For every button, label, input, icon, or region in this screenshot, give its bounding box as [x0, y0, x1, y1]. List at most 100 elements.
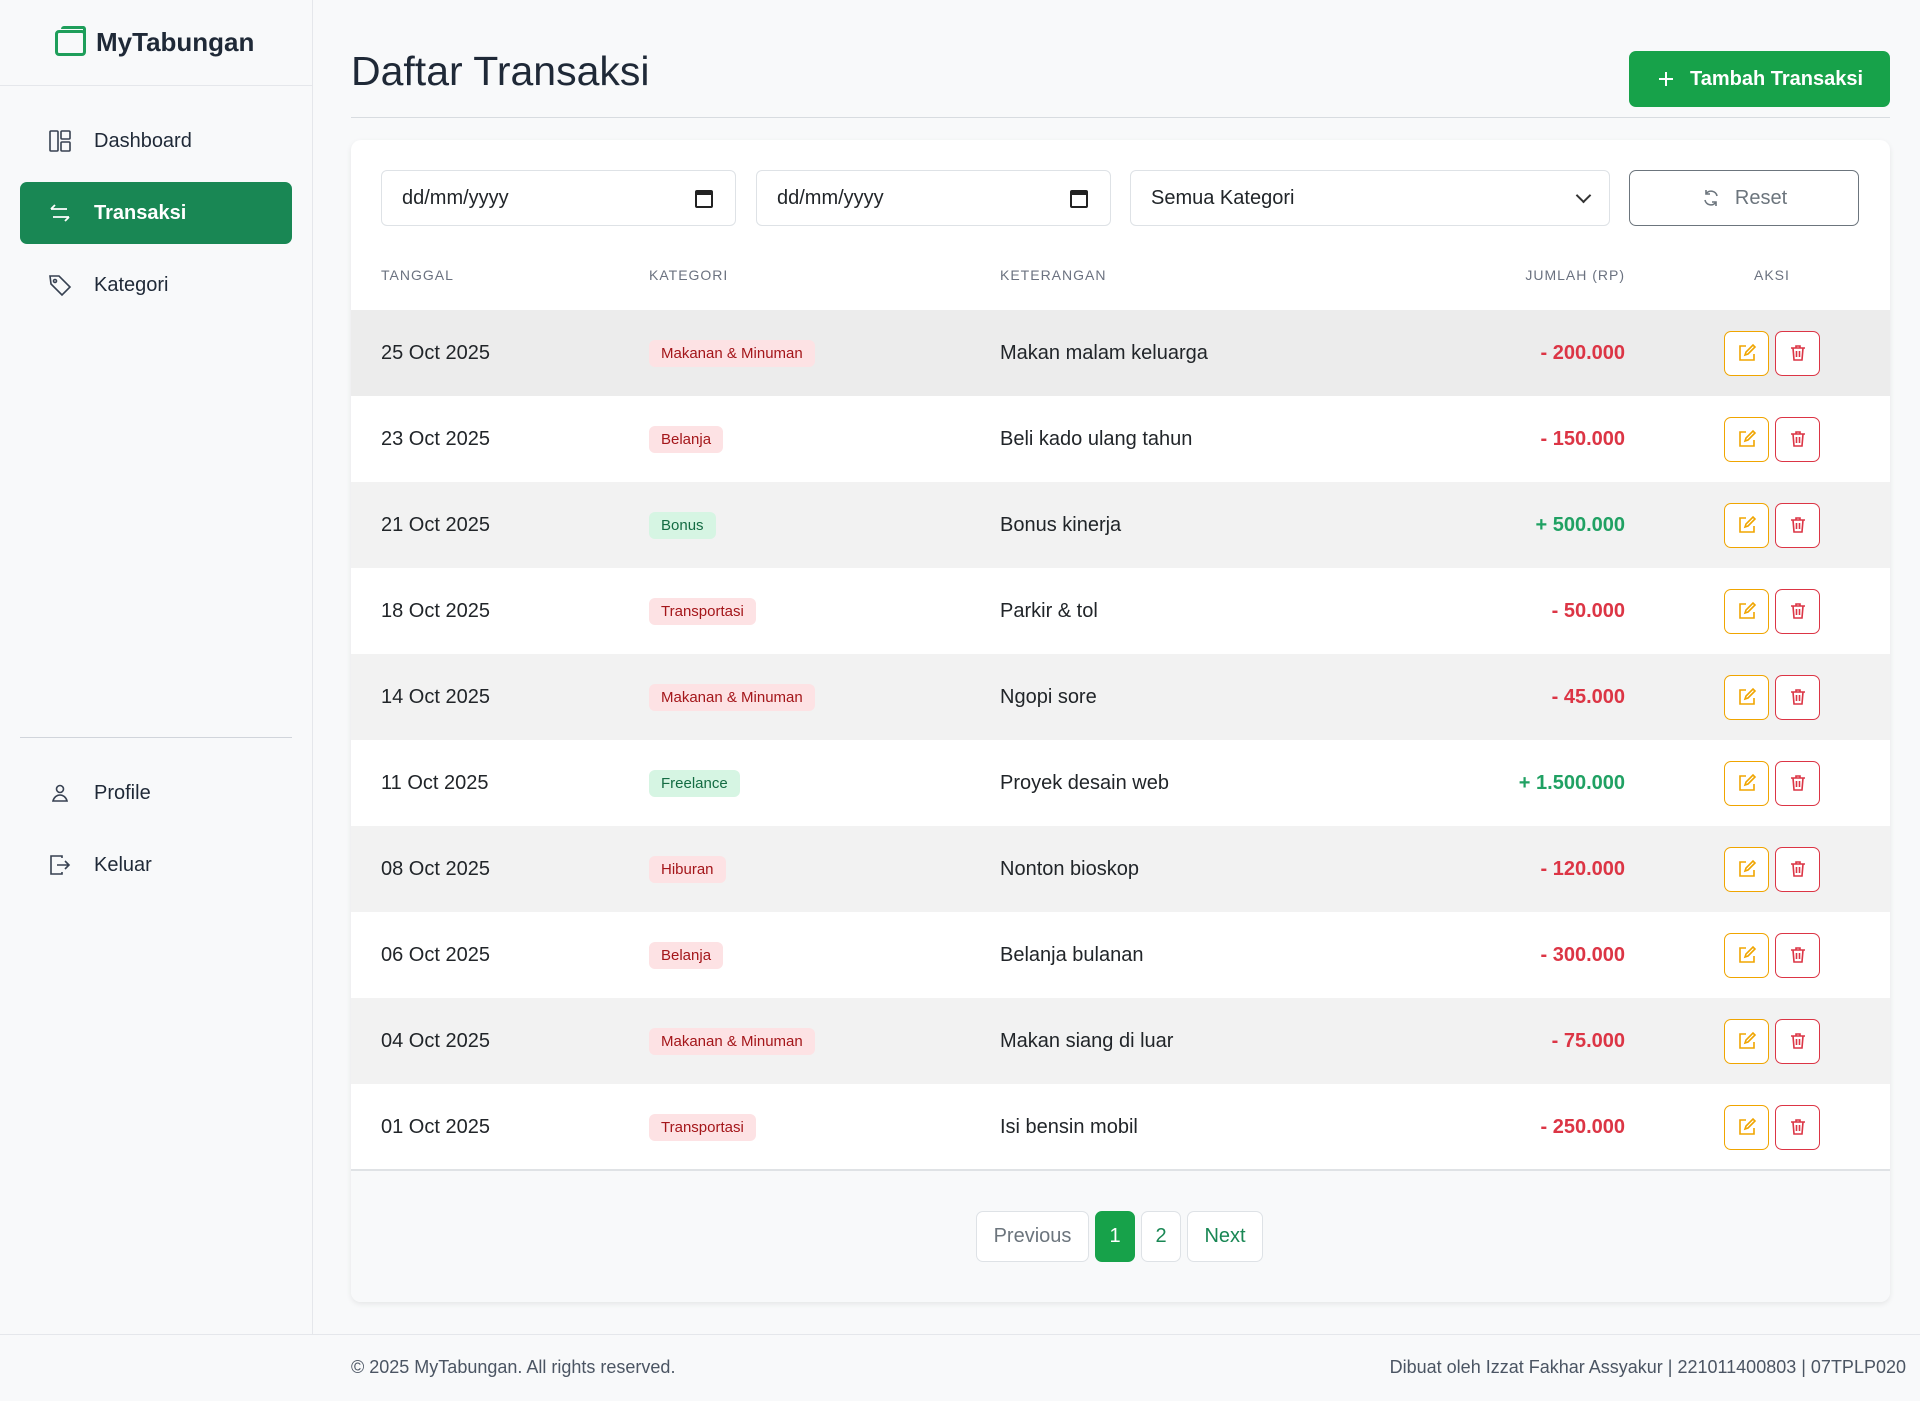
delete-button[interactable]	[1775, 502, 1820, 548]
category-badge: Transportasi	[649, 597, 756, 625]
table-row: 08 Oct 2025 Hiburan Nonton bioskop - 120.00…	[351, 826, 1890, 912]
edit-button[interactable]	[1724, 932, 1769, 978]
brand[interactable]: MyTabungan	[0, 0, 312, 86]
page-1-button[interactable]: 1	[1095, 1211, 1135, 1262]
delete-button[interactable]	[1775, 674, 1820, 720]
edit-button[interactable]	[1724, 588, 1769, 634]
sidebar-item-label: Transaksi	[94, 201, 187, 224]
calendar-icon[interactable]	[1070, 190, 1088, 208]
delete-button[interactable]	[1775, 1018, 1820, 1064]
column-header-kategori: KATEGORI	[649, 267, 729, 283]
row-amount: + 1.500.000	[1518, 771, 1625, 794]
delete-button[interactable]	[1775, 846, 1820, 892]
category-badge: Freelance	[649, 769, 740, 797]
delete-button[interactable]	[1775, 932, 1820, 978]
delete-button[interactable]	[1775, 416, 1820, 462]
row-date: 01 Oct 2025	[381, 1115, 490, 1138]
transactions-table: TANGGAL KATEGORI KETERANGAN JUMLAH (RP) …	[351, 240, 1890, 1170]
edit-icon	[1738, 773, 1756, 791]
sidebar-item-label: Keluar	[94, 853, 152, 876]
edit-icon	[1738, 1117, 1756, 1135]
edit-icon	[1738, 515, 1756, 533]
edit-icon	[1738, 945, 1756, 963]
chevron-down-icon	[1575, 187, 1592, 204]
trash-icon	[1790, 431, 1805, 447]
row-category: Makanan & Minuman	[649, 339, 815, 367]
category-badge: Bonus	[649, 511, 716, 539]
plus-icon	[1658, 72, 1673, 86]
row-date: 25 Oct 2025	[381, 341, 490, 364]
previous-page-button[interactable]: Previous	[976, 1211, 1089, 1262]
row-date: 11 Oct 2025	[381, 771, 489, 794]
delete-button[interactable]	[1775, 330, 1820, 376]
page-2-button[interactable]: 2	[1141, 1211, 1181, 1262]
table-row: 23 Oct 2025 Belanja Beli kado ulang tahun -…	[351, 396, 1890, 482]
row-description: Beli kado ulang tahun	[1000, 427, 1193, 450]
date-to-input[interactable]: dd/mm/yyyy	[756, 170, 1111, 226]
add-transaction-button[interactable]: Tambah Transaksi	[1629, 51, 1890, 107]
row-amount: - 75.000	[1551, 1029, 1625, 1052]
filter-bar: dd/mm/yyyy dd/mm/yyyy Semua Kategori Res…	[381, 170, 1860, 226]
user-icon	[51, 784, 69, 802]
date-from-placeholder: dd/mm/yyyy	[402, 186, 509, 209]
edit-icon	[1738, 859, 1756, 877]
edit-button[interactable]	[1724, 674, 1769, 720]
edit-button[interactable]	[1724, 502, 1769, 548]
category-badge: Hiburan	[649, 855, 726, 883]
row-description: Isi bensin mobil	[1000, 1115, 1138, 1138]
date-to-placeholder: dd/mm/yyyy	[777, 186, 884, 209]
edit-button[interactable]	[1724, 846, 1769, 892]
sidebar-item-transaksi[interactable]: Transaksi	[20, 182, 292, 244]
trash-icon	[1790, 345, 1805, 361]
sidebar-item-dashboard[interactable]: Dashboard	[20, 110, 292, 172]
sidebar-item-keluar[interactable]: Keluar	[20, 834, 292, 896]
refresh-icon	[1704, 190, 1718, 206]
trash-icon	[1790, 1033, 1805, 1049]
table-body: 25 Oct 2025 Makanan & Minuman Makan malam …	[351, 310, 1890, 1170]
delete-button[interactable]	[1775, 1104, 1820, 1150]
row-actions	[1724, 416, 1820, 462]
row-description: Ngopi sore	[1000, 685, 1097, 708]
row-actions	[1724, 846, 1820, 892]
reset-button[interactable]: Reset	[1629, 170, 1859, 226]
row-amount: + 500.000	[1535, 513, 1625, 536]
sidebar-item-profile[interactable]: Profile	[20, 762, 292, 824]
edit-button[interactable]	[1724, 760, 1769, 806]
row-actions	[1724, 674, 1820, 720]
row-amount: - 150.000	[1540, 427, 1625, 450]
row-actions	[1724, 1104, 1820, 1150]
brand-name: MyTabungan	[96, 27, 255, 57]
row-actions	[1724, 760, 1820, 806]
edit-button[interactable]	[1724, 1018, 1769, 1064]
wallet-icon	[55, 25, 86, 56]
sidebar-item-kategori[interactable]: Kategori	[20, 254, 292, 316]
add-transaction-label: Tambah Transaksi	[1689, 67, 1864, 90]
sidebar: MyTabungan Dashboard Transaksi Kategori	[0, 0, 313, 1334]
footer: © 2025 MyTabungan. All rights reserved. …	[0, 1334, 1920, 1401]
table-row: 01 Oct 2025 Transportasi Isi bensin mobil -…	[351, 1084, 1890, 1170]
edit-button[interactable]	[1724, 416, 1769, 462]
next-page-button[interactable]: Next	[1187, 1211, 1263, 1262]
table-row: 25 Oct 2025 Makanan & Minuman Makan malam …	[351, 310, 1890, 396]
calendar-icon[interactable]	[695, 190, 713, 208]
trash-icon	[1790, 517, 1805, 533]
row-category: Transportasi	[649, 1113, 756, 1141]
row-amount: - 200.000	[1540, 341, 1625, 364]
delete-button[interactable]	[1775, 760, 1820, 806]
sidebar-divider	[20, 737, 292, 738]
edit-button[interactable]	[1724, 330, 1769, 376]
category-badge: Makanan & Minuman	[649, 683, 815, 711]
date-from-input[interactable]: dd/mm/yyyy	[381, 170, 736, 226]
category-badge: Belanja	[649, 941, 724, 969]
table-row: 14 Oct 2025 Makanan & Minuman Ngopi sore - …	[351, 654, 1890, 740]
row-description: Belanja bulanan	[1000, 943, 1144, 966]
delete-button[interactable]	[1775, 588, 1820, 634]
row-category: Makanan & Minuman	[649, 1027, 815, 1055]
row-actions	[1724, 932, 1820, 978]
edit-icon	[1738, 429, 1756, 447]
row-amount: - 45.000	[1551, 685, 1625, 708]
category-select-value: Semua Kategori	[1151, 186, 1295, 209]
category-select[interactable]: Semua Kategori	[1130, 170, 1610, 226]
edit-button[interactable]	[1724, 1104, 1769, 1150]
transfer-icon	[50, 204, 70, 222]
